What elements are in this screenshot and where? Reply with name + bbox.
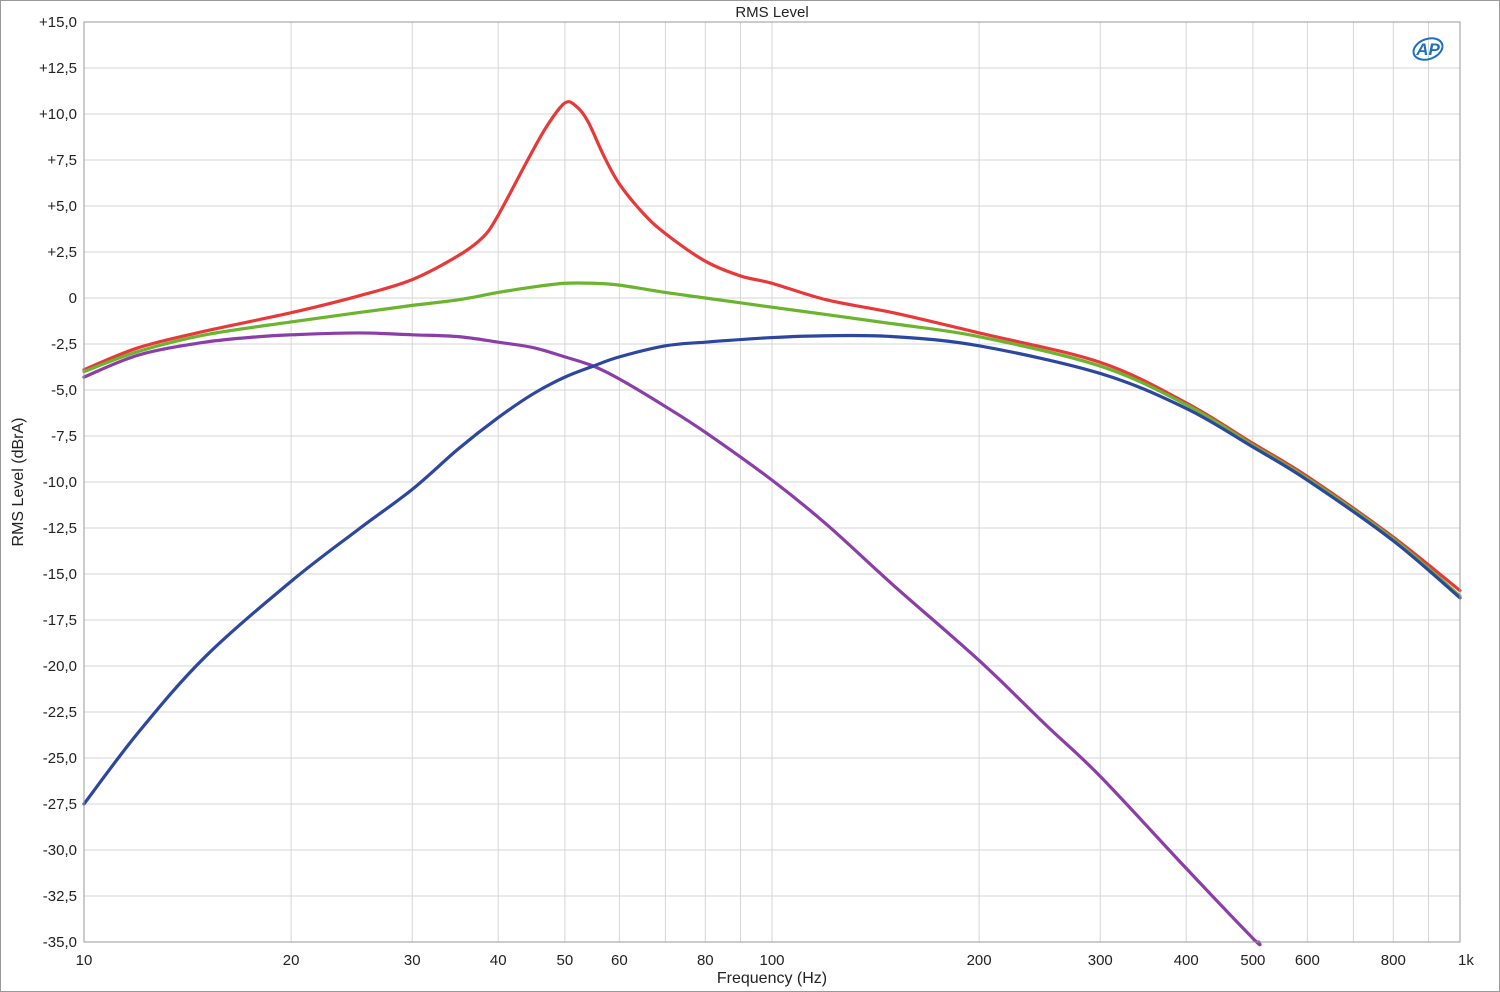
chart-title: RMS Level [735,4,808,21]
y-tick-label: -20,0 [43,658,77,675]
y-tick-label: +2,5 [47,244,77,261]
ap-logo-text: AP [1415,40,1440,59]
x-tick-label: 300 [1088,952,1113,969]
y-tick-label: -5,0 [51,382,77,399]
x-tick-label: 40 [490,952,507,969]
y-tick-label: +12,5 [39,60,77,77]
y-tick-label: 0 [69,290,77,307]
x-tick-label: 50 [557,952,574,969]
y-tick-label: -27,5 [43,796,77,813]
x-tick-label: 10 [76,952,93,969]
rms-level-chart: +15,0 +12,5 +10,0 +7,5 +5,0 +2,5 0 -2,5 -5,0 -7,5… [10,4,1475,987]
x-tick-label: 100 [759,952,784,969]
y-tick-label: -17,5 [43,612,77,629]
x-tick-label: 60 [611,952,628,969]
y-tick-label: -30,0 [43,842,77,859]
y-tick-label: +5,0 [47,198,77,215]
x-tick-label: 800 [1381,952,1406,969]
y-tick-label: +15,0 [39,14,77,31]
x-tick-label: 400 [1174,952,1199,969]
y-tick-label: -2,5 [51,336,77,353]
y-tick-label: -10,0 [43,474,77,491]
y-tick-label: -32,5 [43,888,77,905]
y-tick-labels: +15,0 +12,5 +10,0 +7,5 +5,0 +2,5 0 -2,5 -5,0 -7,5… [39,14,77,951]
y-tick-label: -12,5 [43,520,77,537]
x-tick-labels: 10 20 30 40 50 60 80 100 200 300 400 500 600 800 1k [76,952,1475,969]
y-tick-label: -15,0 [43,566,77,583]
chart-frame: +15,0 +12,5 +10,0 +7,5 +5,0 +2,5 0 -2,5 -5,0 -7,5… [0,0,1500,992]
y-axis-label: RMS Level (dBrA) [10,418,27,547]
x-tick-label: 1k [1458,952,1474,969]
y-tick-label: +10,0 [39,106,77,123]
x-tick-label: 80 [697,952,714,969]
y-tick-label: -35,0 [43,934,77,951]
y-tick-label: -7,5 [51,428,77,445]
x-tick-label: 30 [404,952,421,969]
y-tick-label: -25,0 [43,750,77,767]
y-tick-label: +7,5 [47,152,77,169]
y-tick-label: -22,5 [43,704,77,721]
x-tick-label: 200 [967,952,992,969]
x-tick-label: 500 [1240,952,1265,969]
x-axis-label: Frequency (Hz) [717,970,827,987]
x-tick-label: 600 [1295,952,1320,969]
x-tick-label: 20 [283,952,300,969]
